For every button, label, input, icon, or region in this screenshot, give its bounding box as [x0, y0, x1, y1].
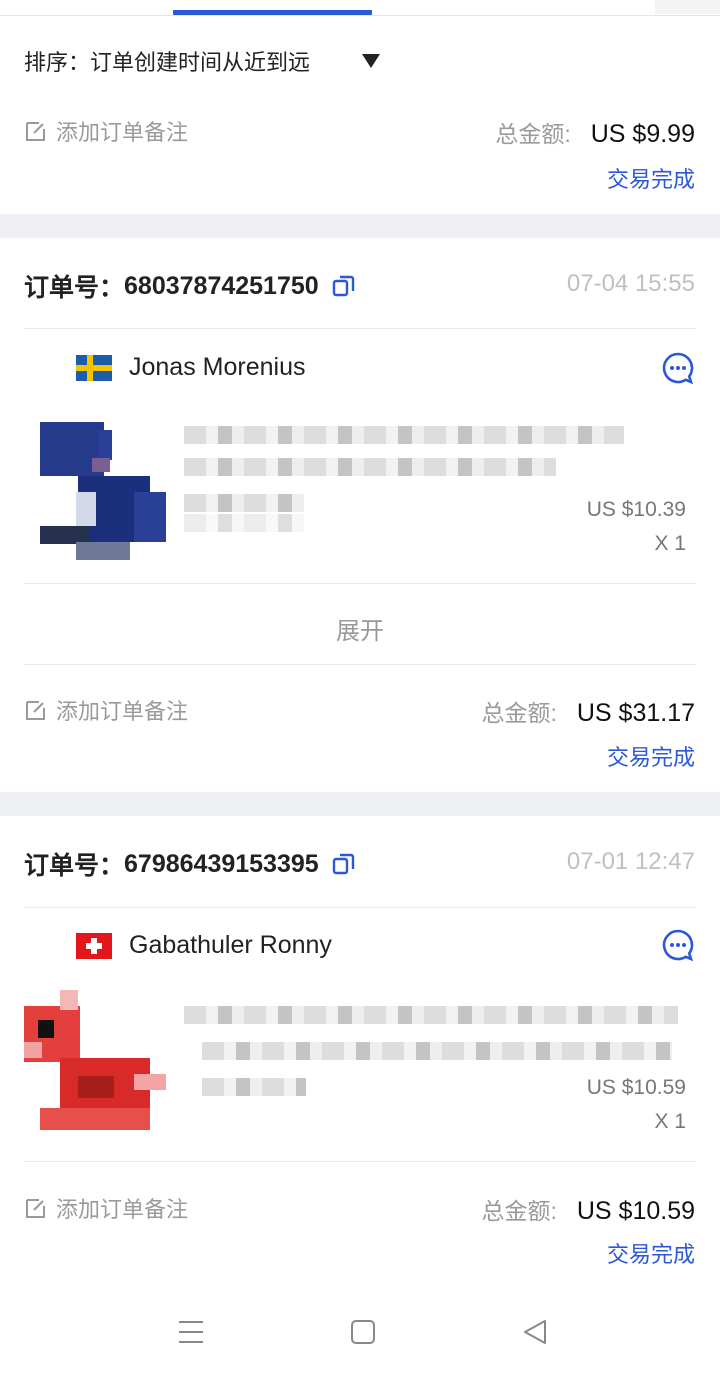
chat-icon[interactable] [661, 928, 695, 962]
item-price: US $10.39 [586, 498, 686, 521]
add-note-button[interactable]: 添加订单备注 [24, 1192, 188, 1224]
item-quantity: X 1 [654, 532, 686, 555]
section-separator [0, 214, 720, 238]
section-separator [0, 792, 720, 816]
copy-icon[interactable] [331, 851, 357, 877]
order-number-row: 订单号： 68037874251750 [24, 268, 357, 304]
add-note-label: 添加订单备注 [56, 1197, 189, 1222]
sort-selector[interactable]: 排序：订单创建时间从近到远 [24, 44, 310, 78]
home-square-icon[interactable] [350, 1318, 376, 1346]
copy-icon[interactable] [331, 273, 357, 299]
back-triangle-icon[interactable] [522, 1318, 548, 1346]
product-sku-blurred [184, 494, 304, 512]
divider [24, 328, 696, 329]
total-value: US $31.17 [576, 699, 695, 727]
total-label: 总金额: [495, 121, 571, 147]
tab-bar [0, 0, 720, 16]
total-label: 总金额: [481, 1198, 557, 1224]
product-title-blurred [184, 458, 556, 476]
note-edit-icon [26, 122, 45, 141]
buyer-name: Jonas Morenius [129, 353, 306, 381]
item-price: US $10.59 [586, 1076, 686, 1099]
system-nav-bar [0, 1290, 720, 1376]
tab-bar-edge [655, 0, 720, 14]
buyer-row: Gabathuler Ronny [76, 931, 332, 960]
buyer-row: Jonas Morenius [76, 353, 305, 382]
order-number-row: 订单号： 67986439153395 [24, 846, 357, 882]
menu-icon[interactable] [178, 1318, 204, 1346]
order-date: 07-01 12:47 [566, 848, 695, 875]
flag-switzerland-icon [76, 932, 112, 959]
total-value: US $10.59 [576, 1197, 695, 1225]
add-note-button[interactable]: 添加订单备注 [24, 694, 188, 726]
note-edit-icon [26, 701, 45, 720]
divider [24, 1161, 696, 1162]
sort-label: 排序：订单创建时间从近到远 [24, 50, 311, 75]
order-status: 交易完成 [606, 1242, 695, 1267]
product-title-blurred [184, 1006, 678, 1024]
product-thumbnail[interactable] [24, 422, 166, 564]
add-note-label: 添加订单备注 [56, 120, 189, 145]
total-value: US $9.99 [590, 120, 695, 148]
note-edit-icon [26, 1199, 45, 1218]
buyer-name: Gabathuler Ronny [129, 931, 332, 959]
order-number: 67986439153395 [124, 849, 319, 878]
flag-sweden-icon [76, 354, 112, 381]
divider [24, 907, 696, 908]
add-note-label: 添加订单备注 [56, 699, 189, 724]
divider [24, 664, 696, 665]
order-total: 总金额: US $31.17 [481, 694, 695, 728]
divider [24, 583, 696, 584]
order-number: 68037874251750 [124, 271, 319, 300]
order-status: 交易完成 [606, 745, 695, 770]
dropdown-caret-icon[interactable] [362, 54, 380, 68]
order-status: 交易完成 [606, 167, 695, 192]
active-tab-indicator [173, 10, 372, 15]
product-sku-blurred [184, 514, 304, 532]
order-total: 总金额: US $9.99 [495, 115, 695, 149]
expand-button[interactable]: 展开 [0, 611, 720, 646]
total-label: 总金额: [481, 700, 557, 726]
item-quantity: X 1 [654, 1110, 686, 1133]
order-number-label: 订单号： [24, 852, 125, 880]
order-date: 07-04 15:55 [566, 270, 695, 297]
product-title-blurred [184, 426, 624, 444]
order-total: 总金额: US $10.59 [481, 1192, 695, 1226]
product-thumbnail[interactable] [24, 990, 166, 1132]
product-title-blurred [202, 1042, 672, 1060]
product-sku-blurred [202, 1078, 306, 1096]
order-number-label: 订单号： [24, 274, 125, 302]
add-note-button[interactable]: 添加订单备注 [24, 115, 188, 147]
chat-icon[interactable] [661, 351, 695, 385]
